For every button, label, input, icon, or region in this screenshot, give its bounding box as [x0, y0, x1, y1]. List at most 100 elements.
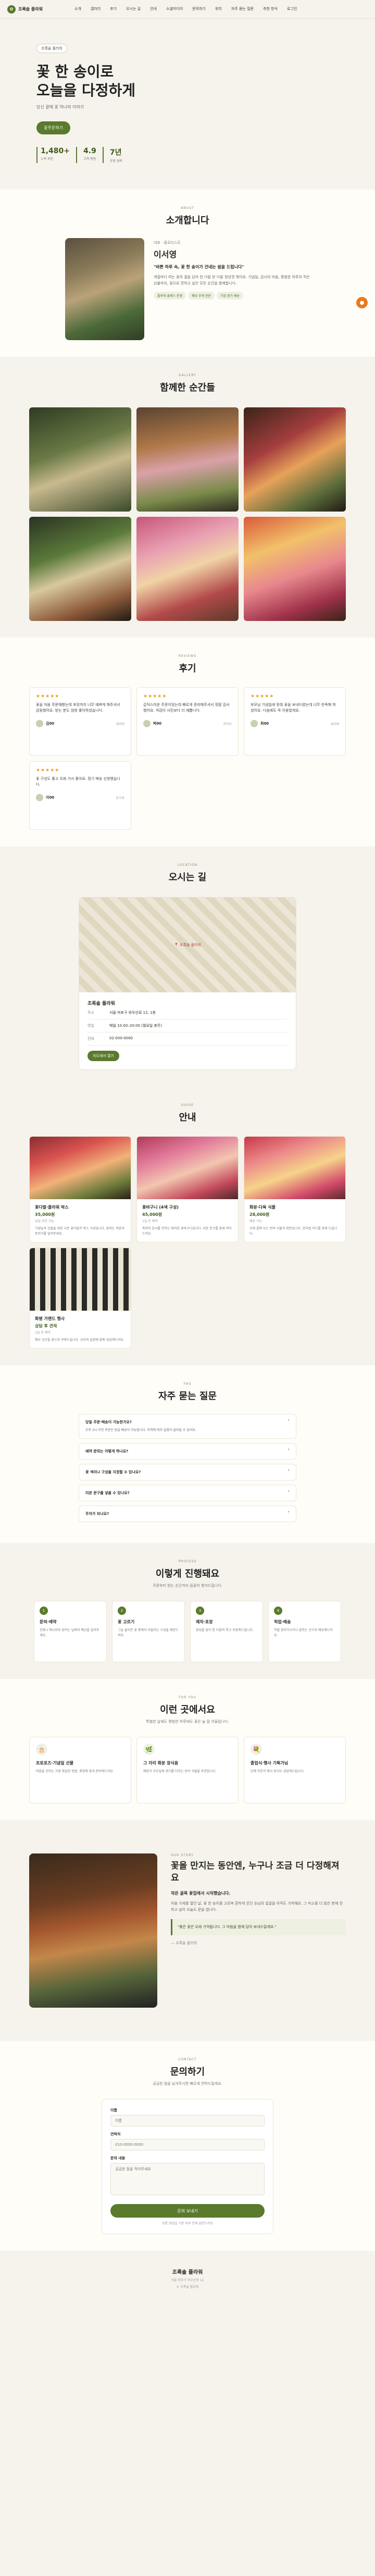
- message-textarea[interactable]: [110, 2163, 265, 2195]
- form-note: 보통 영업일 기준 하루 안에 답변드려요: [162, 2222, 213, 2225]
- order-button[interactable]: 꽃주문하기: [36, 121, 70, 134]
- service-card[interactable]: 화병 가랜드 행사 상담 후 견적 3일 전 예약 행사 공간을 꽃으로 꾸며드…: [29, 1248, 131, 1349]
- stat-label: 누적 주문: [41, 157, 53, 161]
- nav-item[interactable]: 갤러리: [86, 7, 105, 11]
- faq-item[interactable]: 예약 문의는 어떻게 하나요? ˅: [79, 1443, 296, 1460]
- map-embed[interactable]: 📍 조록솔 플라워: [79, 898, 296, 992]
- review-footer: 김00 네이버: [36, 720, 124, 727]
- map-label: 조록솔 플라워: [180, 943, 201, 947]
- bouquet-icon: 💐: [251, 1744, 262, 1755]
- footer: 조록솔 플라워 서울 마포구 와우산로 12 © 조록솔 플라워: [0, 2251, 375, 2310]
- service-name: 화분·다육 식물: [249, 1205, 276, 1210]
- footer-brand: 조록솔 플라워: [172, 2270, 203, 2275]
- section-title: 오시는 길: [168, 872, 207, 883]
- faq-question-text: 리본 문구를 넣을 수 있나요?: [85, 1491, 130, 1495]
- process-step: 4 픽업·배송 직접 찾아가시거나 원하는 곳으로 배송해드려요.: [268, 1601, 341, 1662]
- tag: 웨딩 부케 전문: [188, 292, 215, 300]
- service-note: 당일 주문 가능: [35, 1219, 54, 1223]
- service-note: 1일 전 예약: [142, 1219, 158, 1223]
- avatar: [36, 794, 43, 801]
- faq-section: FAQ 자주 묻는 질문 당일 주문·배송이 가능한가요? ˄ 오후 3시 이전…: [0, 1365, 375, 1543]
- review-footer: 박00 카카오: [143, 720, 232, 727]
- review-text: 꽃을 처음 주문해봤는데 포장까지 너무 예쁘게 해주셔서 감동했어요. 받는 …: [36, 703, 120, 713]
- footer-copyright: © 조록솔 플라워: [176, 2285, 199, 2289]
- gallery-photo[interactable]: [29, 407, 131, 512]
- avatar: [36, 720, 43, 727]
- reviewer-name: 이00: [46, 795, 55, 800]
- field-label: 이름: [110, 2108, 117, 2112]
- phone-input[interactable]: [110, 2139, 265, 2150]
- hero-subtitle: 당신 곁에 꽃 하나의 이야기: [36, 105, 84, 109]
- section-eyebrow: PROCESS: [178, 1560, 197, 1563]
- reviewer-name: 김00: [46, 721, 55, 726]
- recommend-desc: 단체 주문과 행사 장식도 상담해드립니다.: [251, 1770, 305, 1773]
- service-price: 35,000원: [35, 1212, 55, 1217]
- nav-item[interactable]: 오시는 길: [121, 7, 145, 11]
- recommend-section: FOR YOU 이런 곳에서요 특별한 날에도 평범한 하루에도 꽃은 늘 잘 …: [0, 1679, 375, 1820]
- page: ✿ 조록솔 플라워 소개 갤러리 후기 오시는 길 안내 소셜미디어 문의하기 …: [0, 0, 375, 2310]
- reviews-section: REVIEWS 후기 ★★★★★ 꽃을 처음 주문해봤는데 포장까지 너무 예쁘…: [0, 638, 375, 847]
- submit-button[interactable]: 문의 보내기: [110, 2204, 265, 2218]
- chevron-down-icon: ˅: [288, 1511, 290, 1515]
- review-footer: 이00 인스타: [36, 794, 124, 801]
- name-input[interactable]: [110, 2115, 265, 2126]
- step-desc: 그날 들어온 꽃 중에서 어울리는 구성을 제안드려요.: [118, 1628, 179, 1637]
- recommend-card: 🎂 프로포즈·기념일 선물 마음을 전하는 가장 확실한 방법. 취향에 맞게 …: [29, 1737, 131, 1803]
- nav-item[interactable]: 소개: [70, 7, 86, 11]
- review-text: 갑작스러운 주문이었는데 빠르게 준비해주셔서 정말 감사했어요. 색감이 사진…: [143, 703, 230, 713]
- review-text: 부모님 기념일에 맞춰 꽃을 보내드렸는데 너무 만족해 하셨어요. 다음에도 …: [251, 703, 336, 713]
- open-map-button[interactable]: 지도에서 열기: [88, 1051, 119, 1061]
- nav-login[interactable]: 로그인: [282, 7, 302, 11]
- section-title: 이런 곳에서요: [160, 1704, 215, 1715]
- faq-item[interactable]: 꽃 색이나 구성을 지정할 수 있나요? ˅: [79, 1464, 296, 1480]
- faq-question-text: 당일 주문·배송이 가능한가요?: [85, 1420, 132, 1424]
- gallery-photo[interactable]: [244, 517, 346, 621]
- plant-icon: 🌿: [143, 1744, 155, 1755]
- service-grid: 꽃다발·플라워 박스 35,000원 당일 주문 가능 기념일과 선물을 위한 …: [29, 1136, 346, 1349]
- faq-item[interactable]: 주차가 되나요? ˅: [79, 1505, 296, 1522]
- gallery-photo[interactable]: [29, 517, 131, 621]
- info-key: 주소: [88, 1011, 94, 1015]
- stat-item: 1,480+ 누적 주문: [36, 147, 76, 163]
- info-value[interactable]: 02-000-0000: [109, 1036, 133, 1041]
- recommend-title: 그 자리 화분 장식용: [143, 1761, 179, 1765]
- nav-item[interactable]: 자주 묻는 질문: [227, 7, 258, 11]
- info-row: 영업 매일 10:00–20:00 (월요일 휴무): [88, 1019, 288, 1032]
- nav-item[interactable]: 소셜미디어: [161, 7, 188, 11]
- step-number: 1: [40, 1607, 48, 1615]
- gallery-photo[interactable]: [136, 517, 239, 621]
- hero-title-line: 꽃 한 송이로: [36, 63, 114, 80]
- avatar: [251, 720, 258, 727]
- faq-item[interactable]: 당일 주문·배송이 가능한가요? ˄ 오후 3시 이전 주문은 당일 배송이 가…: [79, 1414, 296, 1439]
- faq-question: 예약 문의는 어떻게 하나요? ˅: [85, 1449, 290, 1454]
- stat-label: 고객 평점: [83, 157, 96, 161]
- nav-item[interactable]: 안내: [145, 7, 161, 11]
- section-eyebrow: OUR STORY: [171, 1853, 194, 1857]
- nav-item[interactable]: 위치: [210, 7, 227, 11]
- map-card: 📍 조록솔 플라워 조록솔 플라워 주소 서울 마포구 와우산로 12, 1층 …: [79, 897, 296, 1070]
- info-key: 전화: [88, 1037, 94, 1041]
- gallery-photo[interactable]: [244, 407, 346, 512]
- nav-item[interactable]: 후기: [105, 7, 121, 11]
- gallery-photo[interactable]: [136, 407, 239, 512]
- section-title: 문의하기: [170, 2067, 205, 2077]
- faq-question-text: 주차가 되나요?: [85, 1512, 109, 1516]
- chat-icon[interactable]: ●: [356, 297, 368, 308]
- flower-icon: ✿: [7, 5, 16, 14]
- top-nav: ✿ 조록솔 플라워 소개 갤러리 후기 오시는 길 안내 소셜미디어 문의하기 …: [0, 0, 375, 19]
- service-card[interactable]: 꽃다발·플라워 박스 35,000원 당일 주문 가능 기념일과 선물을 위한 …: [29, 1136, 131, 1242]
- section-title: 함께한 순간들: [160, 382, 215, 393]
- nav-item[interactable]: 추천 방식: [258, 7, 282, 11]
- service-card[interactable]: 꽃바구니 (4색 구성) 45,000원 1일 전 예약 축하와 감사를 전하는…: [136, 1136, 239, 1242]
- nav-item[interactable]: 문의하기: [188, 7, 210, 11]
- brand-logo[interactable]: ✿ 조록솔 플라워: [7, 5, 70, 14]
- section-title: 안내: [179, 1112, 196, 1123]
- star-rating: ★★★★★: [143, 694, 167, 699]
- nav-menu: 소개 갤러리 후기 오시는 길 안내 소셜미디어 문의하기 위치 자주 묻는 질…: [70, 7, 368, 11]
- service-card[interactable]: 화분·다육 식물 28,000원 배송 가능 오래 곁에 두는 반려 식물과 화…: [244, 1136, 346, 1242]
- service-desc: 행사 공간을 꽃으로 꾸며드립니다. 규모와 일정에 맞춰 상담해드려요.: [35, 1338, 124, 1342]
- review-source: 네이버: [330, 722, 339, 726]
- service-photo: [30, 1137, 131, 1199]
- recommend-desc: 마음을 전하는 가장 확실한 방법. 취향에 맞게 준비해드려요.: [36, 1770, 114, 1773]
- faq-item[interactable]: 리본 문구를 넣을 수 있나요? ˅: [79, 1485, 296, 1501]
